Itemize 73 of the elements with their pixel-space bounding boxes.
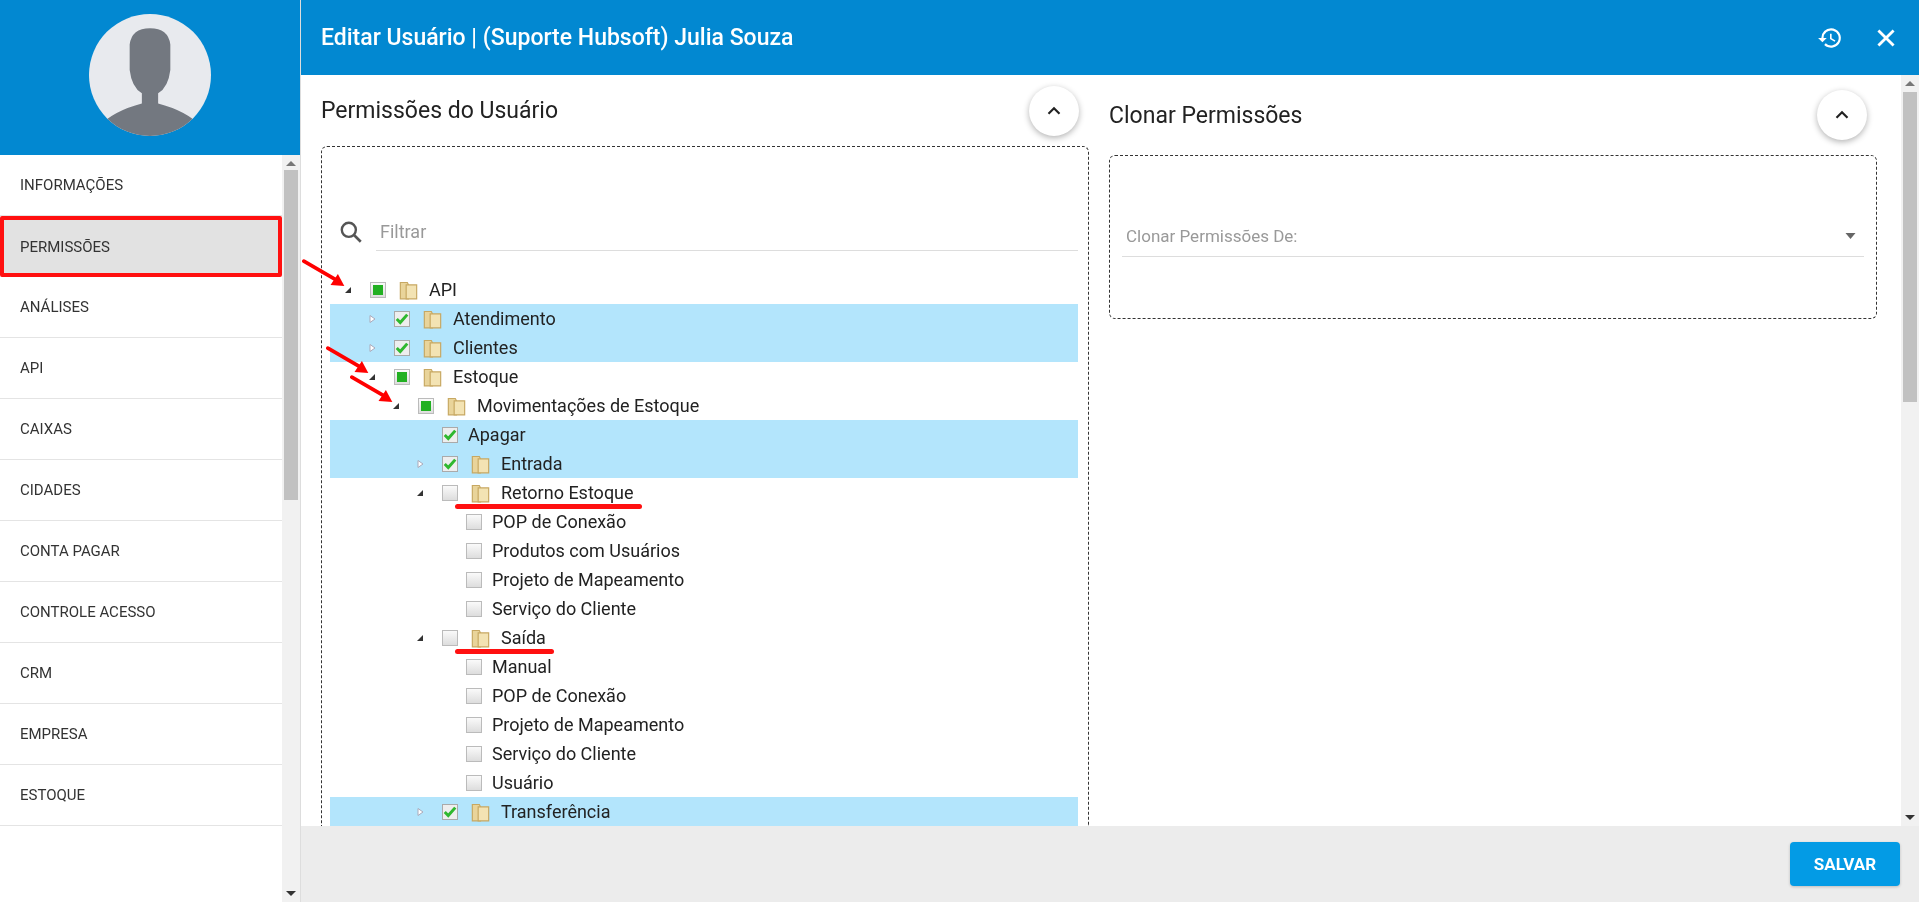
dropdown-caret-icon <box>1845 232 1856 239</box>
collapsed-triangle-icon[interactable] <box>415 458 425 469</box>
tree-row[interactable]: Retorno Estoque <box>330 478 1078 507</box>
checkbox[interactable] <box>466 542 482 559</box>
tree-label: Entrada <box>501 453 563 474</box>
tree-row[interactable]: Movimentações de Estoque <box>330 391 1078 420</box>
checkbox[interactable] <box>442 484 458 501</box>
tree-label: Movimentações de Estoque <box>477 395 700 416</box>
tree-label: Manual <box>492 656 552 677</box>
tree-row[interactable]: Projeto de Mapeamento <box>330 710 1078 739</box>
tree-row[interactable]: Produtos com Usuários <box>330 536 1078 565</box>
tree-label: Clientes <box>453 337 518 358</box>
collapse-button[interactable] <box>1817 90 1867 140</box>
checkbox[interactable] <box>394 368 410 385</box>
tree-row[interactable]: Atendimento <box>330 304 1078 333</box>
tree-row[interactable]: Apagar <box>330 420 1078 449</box>
checkbox[interactable] <box>466 687 482 704</box>
tree-row[interactable]: Projeto de Mapeamento <box>330 565 1078 594</box>
tree-row[interactable]: Serviço do Cliente <box>330 594 1078 623</box>
tree-label: Produtos com Usuários <box>492 540 680 561</box>
tree-label: Serviço do Cliente <box>492 598 636 619</box>
scrollbar[interactable] <box>1901 75 1919 826</box>
tree-label: Transferência <box>501 801 611 822</box>
scrollbar[interactable] <box>282 155 300 902</box>
tree-row[interactable]: Serviço do Cliente <box>330 739 1078 768</box>
checkbox[interactable] <box>394 339 410 356</box>
tree-label: POP de Conexão <box>492 685 627 706</box>
tree-label: Saída <box>501 627 546 648</box>
tree-label: Atendimento <box>453 308 556 329</box>
section-title: Permissões do Usuário <box>321 97 559 124</box>
tree-row[interactable]: Entrada <box>330 449 1078 478</box>
checkbox[interactable] <box>466 658 482 675</box>
collapsed-triangle-icon[interactable] <box>367 342 377 353</box>
section-title: Clonar Permissões <box>1109 101 1303 129</box>
sidebar-item[interactable]: PERMISSÕES <box>0 216 282 277</box>
avatar-icon <box>89 14 211 136</box>
collapsed-triangle-icon[interactable] <box>367 313 377 324</box>
tree-label: Projeto de Mapeamento <box>492 714 685 735</box>
tree-label: Estoque <box>453 366 519 387</box>
tree-row[interactable]: Manual <box>330 652 1078 681</box>
checkbox[interactable] <box>394 310 410 327</box>
tree-label: Usuário <box>492 772 554 793</box>
checkbox[interactable] <box>370 281 386 298</box>
checkbox[interactable] <box>442 426 458 443</box>
tree-label: POP de Conexão <box>492 511 627 532</box>
tree-row[interactable]: Transferência <box>330 797 1078 826</box>
checkbox[interactable] <box>442 629 458 646</box>
checkbox[interactable] <box>466 513 482 530</box>
checkbox[interactable] <box>466 571 482 588</box>
checkbox[interactable] <box>442 455 458 472</box>
dialog-title: Editar Usuário | (Suporte Hubsoft) Julia Souza <box>321 24 795 51</box>
checkbox[interactable] <box>418 397 434 414</box>
select-placeholder: Clonar Permissões De: <box>1126 225 1298 246</box>
search-icon <box>338 219 364 245</box>
checkbox[interactable] <box>466 600 482 617</box>
tree-row[interactable]: Saída <box>330 623 1078 652</box>
checkbox[interactable] <box>442 803 458 820</box>
tree-row[interactable]: Clientes <box>330 333 1078 362</box>
checkbox[interactable] <box>466 745 482 762</box>
tree-label: Projeto de Mapeamento <box>492 569 685 590</box>
tree-label: Apagar <box>468 424 526 445</box>
tree-row[interactable]: Estoque <box>330 362 1078 391</box>
tree-row[interactable]: POP de Conexão <box>330 507 1078 536</box>
tree-label: API <box>429 279 457 300</box>
tree-row[interactable]: API <box>330 275 1078 304</box>
collapsed-triangle-icon[interactable] <box>415 806 425 817</box>
checkbox[interactable] <box>466 774 482 791</box>
tree-label: Serviço do Cliente <box>492 743 636 764</box>
collapse-button[interactable] <box>1029 85 1079 136</box>
tree-row[interactable]: POP de Conexão <box>330 681 1078 710</box>
tree-row[interactable]: Usuário <box>330 768 1078 797</box>
checkbox[interactable] <box>466 716 482 733</box>
tree-label: Retorno Estoque <box>501 482 634 503</box>
